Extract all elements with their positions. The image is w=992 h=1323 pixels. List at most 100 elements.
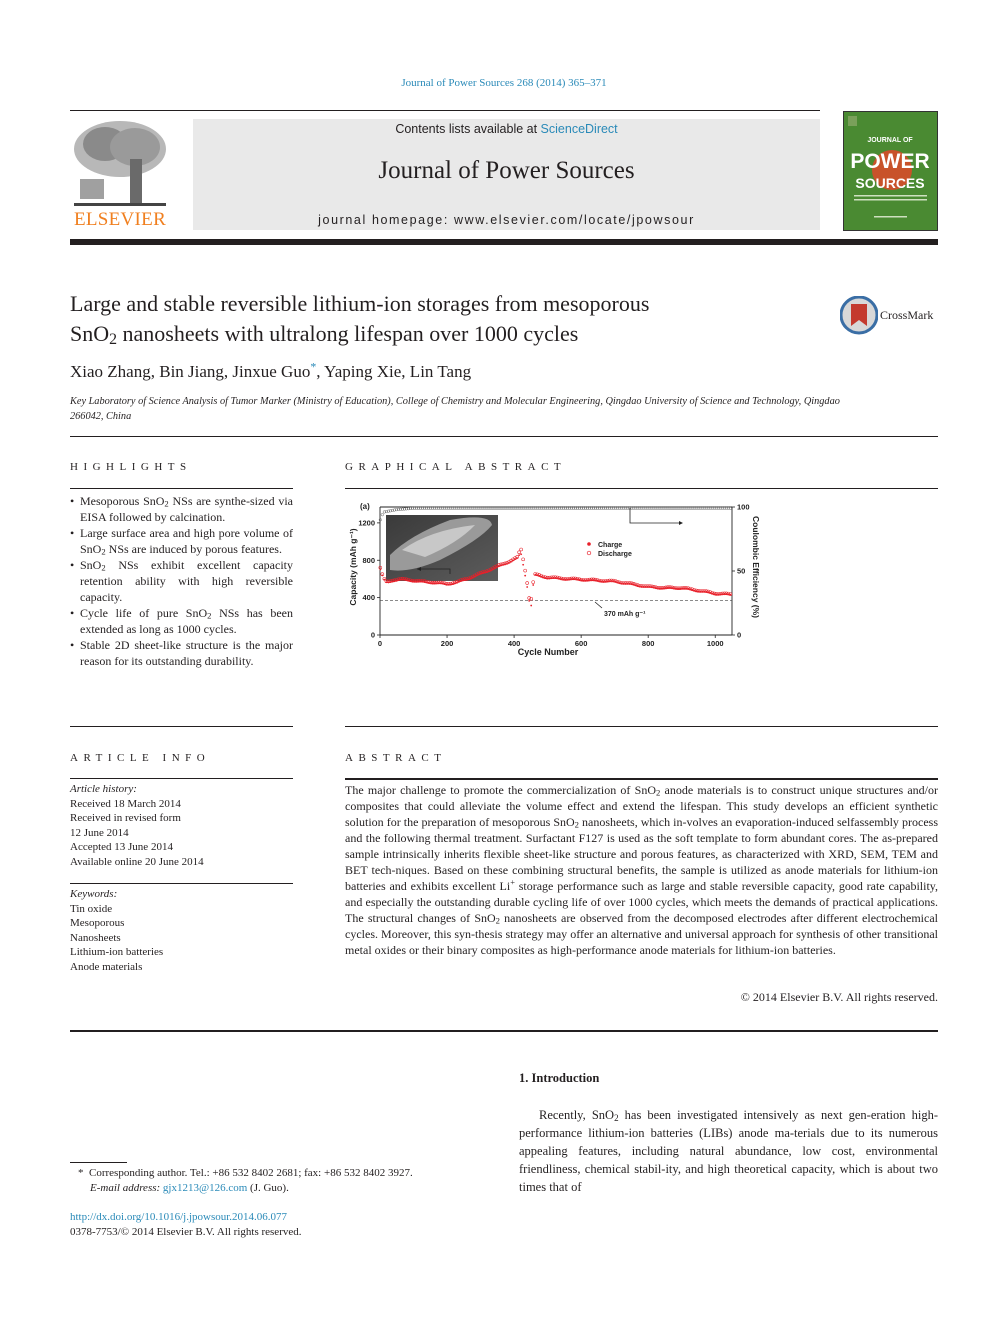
abstract-text: The major challenge to promote the comme… bbox=[345, 782, 938, 958]
keywords-rule bbox=[70, 883, 293, 884]
journal-masthead: Contents lists available at ScienceDirec… bbox=[193, 119, 820, 230]
highlight-item: SnO2 NSs exhibit excellent capacity rete… bbox=[70, 557, 293, 605]
affiliation: Key Laboratory of Science Analysis of Tu… bbox=[70, 396, 840, 422]
highlight-text: NSs are induced by porous features. bbox=[105, 542, 282, 556]
email-link[interactable]: gjx1213@126.com bbox=[163, 1182, 247, 1194]
x-tick-label: 0 bbox=[378, 639, 382, 648]
crossmark-label: CrossMark bbox=[880, 308, 934, 322]
history-label: Article history: bbox=[70, 783, 137, 795]
highlights-rule bbox=[70, 488, 293, 489]
cover-sources: SOURCES bbox=[855, 175, 924, 191]
email-note: E-mail address: gjx1213@126.com (J. Guo)… bbox=[90, 1181, 289, 1196]
homepage-line: journal homepage: www.elsevier.com/locat… bbox=[193, 213, 820, 227]
homepage-prefix: journal homepage: bbox=[318, 213, 454, 227]
legend-discharge-marker bbox=[586, 550, 592, 556]
crossmark-icon bbox=[840, 296, 878, 335]
y2-tick-label: 0 bbox=[737, 631, 741, 640]
x-axis-label: Cycle Number bbox=[518, 647, 579, 657]
cycling-performance-chart: 0 200 400 600 800 100004008001200050100 Charg… bbox=[348, 502, 761, 657]
journal-cover-thumbnail[interactable]: JOURNAL OF POWER SOURCES bbox=[843, 111, 938, 231]
abstract-part: The major challenge to promote the comme… bbox=[345, 783, 656, 797]
keyword-item: Mesoporous bbox=[70, 917, 125, 929]
journal-reference-link[interactable]: Journal of Power Sources 268 (2014) 365–… bbox=[0, 77, 992, 89]
discharge-point bbox=[529, 596, 533, 601]
graphical-abstract-rule bbox=[345, 488, 938, 489]
title-line-2: SnO2 nanosheets with ultralong lifespan … bbox=[70, 319, 830, 349]
intro-part: Recently, SnO bbox=[539, 1108, 615, 1122]
abstract-rule bbox=[345, 778, 938, 780]
article-history: Article history: Received 18 March 2014 … bbox=[70, 782, 204, 869]
y2-tick-label: 50 bbox=[737, 567, 745, 576]
history-item: 12 June 2014 bbox=[70, 826, 129, 839]
header-thick-rule bbox=[70, 239, 938, 245]
discharge-point bbox=[523, 568, 527, 573]
highlight-text: SnO bbox=[80, 558, 102, 572]
elsevier-wordmark: ELSEVIER bbox=[73, 209, 167, 230]
capacity-annotation: 370 mAh g⁻¹ bbox=[594, 601, 646, 618]
crossmark-badge[interactable]: CrossMark bbox=[840, 296, 940, 336]
title-line-1: Large and stable reversible lithium-ion … bbox=[70, 291, 650, 316]
highlight-item: Cycle life of pure SnO2 NSs has been ext… bbox=[70, 605, 293, 637]
graphical-abstract-heading: GRAPHICAL ABSTRACT bbox=[345, 461, 567, 473]
legend-charge-label: Charge bbox=[598, 542, 622, 549]
authors-rest: , Yaping Xie, Lin Tang bbox=[316, 362, 472, 381]
discharge-point bbox=[521, 557, 525, 562]
history-item: Received in revised form bbox=[70, 812, 181, 824]
history-item: Accepted 13 June 2014 bbox=[70, 841, 173, 853]
history-item: Available online 20 June 2014 bbox=[70, 855, 204, 868]
legend-discharge-label: Discharge bbox=[598, 551, 632, 558]
graphical-abstract-bottom-rule bbox=[345, 726, 938, 727]
discharge-point bbox=[525, 581, 529, 585]
author-list: Xiao Zhang, Bin Jiang, Jinxue Guo*, Yapi… bbox=[70, 360, 472, 382]
introduction-text: Recently, SnO2 has been investigated int… bbox=[519, 1106, 938, 1196]
highlights-heading: HIGHLIGHTS bbox=[70, 461, 192, 473]
charge-point bbox=[518, 554, 521, 557]
email-suffix: (J. Guo). bbox=[247, 1182, 289, 1194]
header-rule bbox=[70, 110, 820, 111]
x-tick-label: 1000 bbox=[707, 639, 724, 648]
y-tick-label: 1200 bbox=[358, 518, 375, 527]
panel-label: (a) bbox=[360, 502, 370, 511]
highlight-text: NSs exhibit excellent capacity retention… bbox=[80, 558, 293, 604]
abstract-copyright: © 2014 Elsevier B.V. All rights reserved… bbox=[740, 990, 938, 1004]
journal-title: Journal of Power Sources bbox=[378, 157, 635, 184]
introduction-heading: 1. Introduction bbox=[519, 1071, 600, 1085]
legend-charge-marker bbox=[587, 542, 591, 546]
title-subscript: 2 bbox=[109, 331, 118, 349]
discharge-point bbox=[519, 547, 523, 552]
front-matter-bottom-rule bbox=[70, 1030, 938, 1032]
sciencedirect-link[interactable]: ScienceDirect bbox=[541, 122, 618, 136]
chart-legend: Charge Discharge bbox=[586, 542, 632, 558]
contents-line: Contents lists available at ScienceDirec… bbox=[193, 122, 820, 136]
x-tick-label: 200 bbox=[441, 639, 454, 648]
keywords: Keywords: Tin oxide Mesoporous Nanosheet… bbox=[70, 887, 163, 974]
discharge-point bbox=[517, 550, 521, 555]
highlights-list: Mesoporous SnO2 NSs are synthe-sized via… bbox=[70, 493, 293, 669]
y-axis-label: Capacity (mAh g⁻¹) bbox=[348, 528, 358, 605]
history-item: Received 18 March 2014 bbox=[70, 797, 181, 810]
doi-link[interactable]: http://dx.doi.org/10.1016/j.jpowsour.201… bbox=[70, 1211, 287, 1223]
cover-journal-of: JOURNAL OF bbox=[867, 137, 913, 144]
highlight-text: Cycle life of pure SnO bbox=[80, 606, 208, 620]
footnote-rule bbox=[70, 1162, 127, 1163]
cover-power: POWER bbox=[850, 150, 929, 173]
article-title: Large and stable reversible lithium-ion … bbox=[70, 289, 830, 349]
elsevier-tree-icon bbox=[74, 121, 166, 206]
homepage-url-link[interactable]: www.elsevier.com/locate/jpowsour bbox=[454, 213, 695, 227]
annotation-pointer bbox=[594, 601, 603, 609]
y-tick-label: 0 bbox=[371, 631, 375, 640]
ce-point bbox=[380, 513, 384, 517]
title-sno: SnO bbox=[70, 321, 110, 346]
x-tick-label: 800 bbox=[642, 639, 655, 648]
charge-point bbox=[532, 584, 535, 586]
charge-point bbox=[520, 553, 523, 556]
y-tick-label: 400 bbox=[362, 593, 375, 602]
article-info-heading: ARTICLE INFO bbox=[70, 752, 211, 764]
title-line-2-rest: nanosheets with ultralong lifespan over … bbox=[117, 321, 579, 346]
abstract-heading: ABSTRACT bbox=[345, 752, 447, 764]
highlight-text: Mesoporous SnO bbox=[80, 494, 165, 508]
elsevier-logo[interactable]: ELSEVIER bbox=[70, 119, 170, 231]
highlight-item: Large surface area and high pore volume … bbox=[70, 525, 293, 557]
keyword-item: Tin oxide bbox=[70, 902, 113, 915]
article-info-rule bbox=[70, 778, 293, 779]
